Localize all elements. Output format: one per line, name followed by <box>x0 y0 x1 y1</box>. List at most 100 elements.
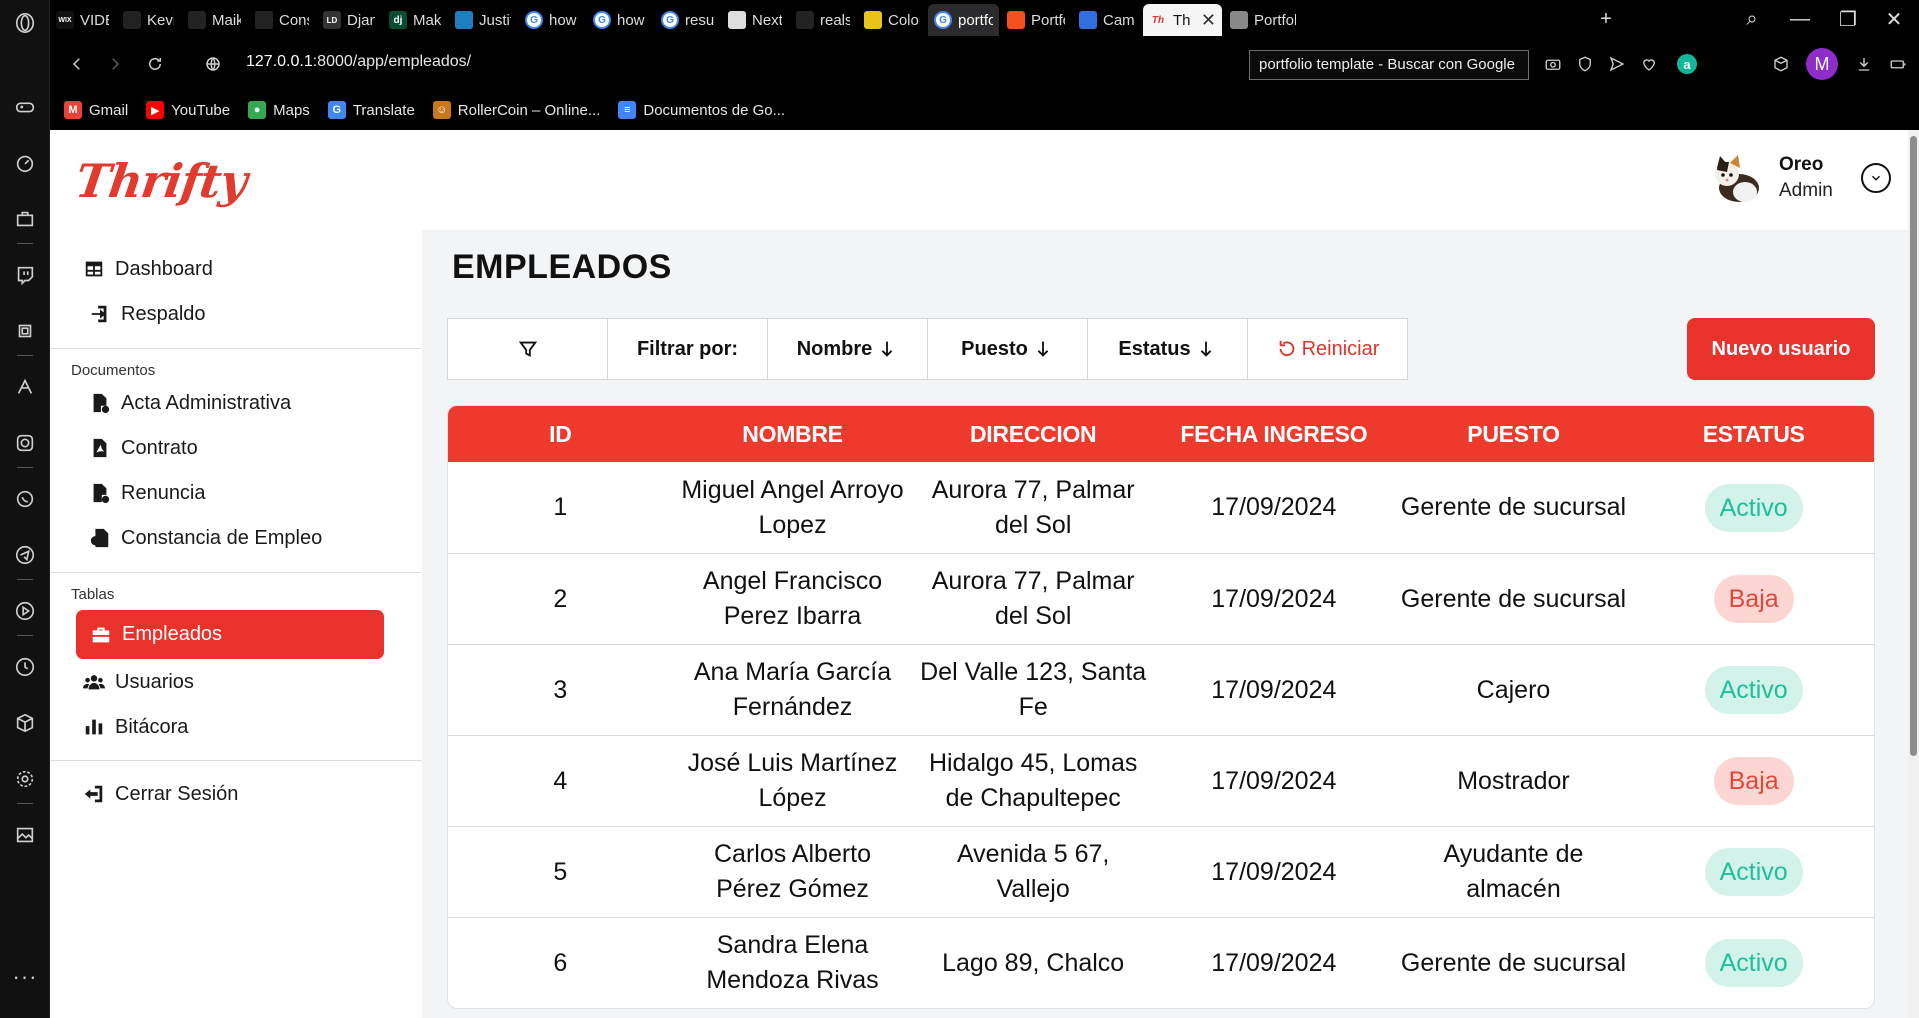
chevron-down-icon[interactable] <box>1860 163 1891 193</box>
new-tab-icon[interactable]: + <box>1592 6 1620 32</box>
minimize-icon[interactable]: — <box>1786 6 1814 32</box>
sidebar-item-dashboard[interactable]: Dashboard <box>83 252 213 286</box>
more-icon[interactable]: ··· <box>0 960 50 994</box>
table-row[interactable]: 1 Miguel Angel Arroyo Lopez Aurora 77, Pal… <box>448 462 1874 553</box>
google-icon: G <box>934 11 952 29</box>
history-icon[interactable] <box>0 650 50 684</box>
bookmark-item[interactable]: M Gmail <box>64 101 128 119</box>
close-tab-icon[interactable]: ✕ <box>1201 10 1216 31</box>
sidebar-item-bitacora[interactable]: Bitácora <box>83 710 188 744</box>
sidebar-item-contrato[interactable]: Contrato <box>89 431 198 465</box>
camera-icon[interactable] <box>1541 52 1565 76</box>
whatsapp-icon[interactable] <box>0 482 50 516</box>
opera-logo-icon[interactable] <box>0 6 50 40</box>
browser-tab[interactable]: dj Making <box>383 4 447 36</box>
browser-tab[interactable]: LD Djang <box>317 4 381 36</box>
gamepad-icon[interactable] <box>0 90 50 124</box>
sidebar-item-acta[interactable]: Acta Administrativa <box>89 386 291 420</box>
search-field[interactable]: portfolio template - Buscar con Google <box>1249 50 1529 80</box>
bookmark-item[interactable]: ≡ Documentos de Go... <box>618 101 785 119</box>
cpu-icon[interactable] <box>0 314 50 348</box>
bookmark-icon: G <box>327 101 346 119</box>
sidebar-item-label: Constancia de Empleo <box>121 526 323 549</box>
aria-icon[interactable] <box>0 370 50 404</box>
status-badge: Activo <box>1704 666 1803 714</box>
sidebar-item-renuncia[interactable]: Renuncia <box>89 476 206 510</box>
browser-tab[interactable]: Maiky <box>182 4 247 36</box>
bookmark-item[interactable]: ☺ RollerCoin – Online... <box>432 101 600 119</box>
bookmark-item[interactable]: G Translate <box>327 101 415 119</box>
cell-address: Lago 89, Chalco <box>942 948 1125 977</box>
profile-avatar[interactable]: M <box>1806 48 1838 80</box>
download-icon[interactable] <box>1852 52 1876 76</box>
toolbox-icon[interactable] <box>0 202 50 236</box>
browser-tab[interactable]: Gresum <box>655 4 720 36</box>
box-icon[interactable] <box>1769 52 1793 76</box>
browser-tab[interactable]: Justify <box>449 4 517 36</box>
browser-tab[interactable]: Th Thr ✕ <box>1143 4 1222 36</box>
speed-dial-icon[interactable] <box>0 146 50 180</box>
sidebar-item-empleados[interactable]: Empleados <box>76 610 384 659</box>
sort-by-role-button[interactable]: Puesto <box>927 318 1088 380</box>
filter-button[interactable] <box>447 318 608 380</box>
aria-extension-icon[interactable]: a <box>1675 52 1699 76</box>
address-bar[interactable]: 127.0.0.1:8000/app/empleados/ <box>246 53 471 71</box>
scrollbar-thumb[interactable] <box>1910 136 1917 756</box>
bookmark-item[interactable]: ▶ YouTube <box>146 101 230 119</box>
settings-icon[interactable] <box>0 762 50 796</box>
browser-tab[interactable]: Portfol <box>1001 4 1071 36</box>
heart-icon[interactable] <box>1637 52 1661 76</box>
shield-icon[interactable] <box>1573 52 1597 76</box>
tab-title: Thr <box>1173 11 1191 29</box>
browser-tab[interactable]: Gportfol <box>928 4 999 36</box>
status-badge: Baja <box>1713 575 1794 623</box>
bookmark-label: Gmail <box>89 101 129 119</box>
brand-logo[interactable]: Thrifty <box>72 154 250 208</box>
bookmark-item[interactable]: ● Maps <box>248 101 310 119</box>
sidebar-item-label: Empleados <box>122 623 223 645</box>
table-row[interactable]: 5 Carlos Alberto Pérez Gómez Avenida 5 67,… <box>448 826 1874 917</box>
back-icon[interactable] <box>64 51 90 77</box>
sidebar-item-constancia[interactable]: Constancia de Empleo <box>89 521 322 555</box>
table-row[interactable]: 4 José Luis Martínez López Hidalgo 45, Lom… <box>448 735 1874 826</box>
telegram-icon[interactable] <box>0 538 50 572</box>
sidebar-item-respaldo[interactable]: Respaldo <box>89 297 206 331</box>
tab-search-icon[interactable]: ⌕ <box>1738 6 1766 32</box>
restore-icon[interactable]: ❐ <box>1834 6 1862 32</box>
image-edit-icon[interactable] <box>0 818 50 852</box>
forward-icon[interactable] <box>102 51 128 77</box>
page-scrollbar[interactable] <box>1908 130 1919 1018</box>
reload-icon[interactable] <box>142 51 168 77</box>
logout-button[interactable]: Cerrar Sesión <box>83 777 238 811</box>
table-row[interactable]: 3 Ana María García Fernández Del Valle 123… <box>448 644 1874 735</box>
browser-tab[interactable]: NextJS <box>722 4 788 36</box>
reset-button[interactable]: Reiniciar <box>1247 318 1408 380</box>
browser-tab[interactable]: Color <box>858 4 926 36</box>
user-menu[interactable]: Oreo Admin <box>1705 148 1891 208</box>
spade-icon <box>123 11 141 29</box>
table-row[interactable]: 6 Sandra Elena Mendoza Rivas Lago 89, Chal… <box>448 917 1874 1008</box>
browser-tab[interactable]: Ghow to <box>519 4 585 36</box>
battery-icon[interactable] <box>1886 52 1910 76</box>
browser-side-rail: ··· <box>0 0 50 1018</box>
browser-tab[interactable]: Kevin <box>117 4 180 36</box>
player-icon[interactable] <box>0 594 50 628</box>
browser-tab[interactable]: WIX VIDEO <box>50 4 115 36</box>
twitch-icon[interactable] <box>0 258 50 292</box>
cube-icon[interactable] <box>0 706 50 740</box>
sort-by-name-button[interactable]: Nombre <box>767 318 928 380</box>
browser-tab[interactable]: Consej <box>249 4 315 36</box>
browser-tab[interactable]: realsto <box>790 4 856 36</box>
sort-by-status-button[interactable]: Estatus <box>1087 318 1248 380</box>
table-row[interactable]: 2 Angel Francisco Perez Ibarra Aurora 77, … <box>448 553 1874 644</box>
browser-tab[interactable]: Ghow to <box>587 4 653 36</box>
tab-title: how to <box>617 11 647 29</box>
sidebar-item-usuarios[interactable]: Usuarios <box>83 665 194 699</box>
new-user-button[interactable]: Nuevo usuario <box>1687 318 1875 380</box>
browser-tab[interactable]: Portfoli <box>1224 4 1302 36</box>
browser-tab[interactable]: Camer <box>1073 4 1141 36</box>
window-close-icon[interactable]: ✕ <box>1880 6 1908 32</box>
column-header: NOMBRE <box>742 420 843 447</box>
send-icon[interactable] <box>1605 52 1629 76</box>
chatgpt-icon[interactable] <box>0 426 50 460</box>
